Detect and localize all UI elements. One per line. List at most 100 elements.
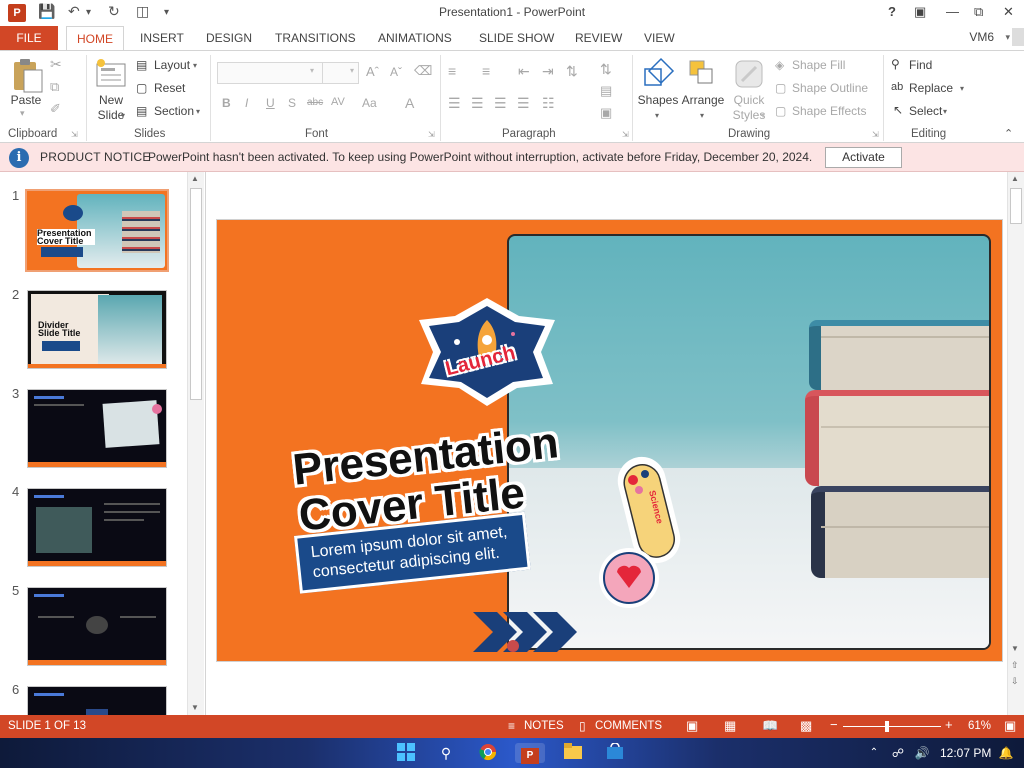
reading-view-icon[interactable]: 📖 <box>762 718 778 734</box>
slide-thumbnail-1[interactable]: Presentation Cover Title <box>25 189 169 272</box>
character-spacing-icon[interactable]: AV <box>331 96 345 108</box>
arrange-dropdown-icon[interactable]: ▾ <box>700 111 704 120</box>
powerpoint-taskbar-icon[interactable]: P <box>515 743 545 764</box>
section-dropdown-icon[interactable]: ▾ <box>196 107 200 116</box>
windows-start-icon[interactable] <box>396 743 416 763</box>
layout-button[interactable]: Layout <box>154 58 190 72</box>
smartart-icon[interactable]: ▣ <box>600 105 612 121</box>
font-size-dropdown-icon[interactable]: ▾ <box>350 66 354 75</box>
find-button[interactable]: Find <box>909 58 932 72</box>
shapes-icon[interactable] <box>641 57 675 91</box>
new-slide-icon[interactable] <box>95 58 127 92</box>
restore-icon[interactable]: ⧉ <box>974 4 983 20</box>
paste-dropdown-icon[interactable]: ▾ <box>20 108 25 119</box>
tab-file[interactable]: FILE <box>0 26 58 50</box>
tab-view[interactable]: VIEW <box>640 26 679 50</box>
line-spacing-icon[interactable]: ⇅ <box>566 63 578 80</box>
minimize-icon[interactable]: — <box>946 4 959 19</box>
quick-styles-icon[interactable] <box>734 59 764 89</box>
quick-styles-dropdown-icon[interactable]: ▾ <box>761 111 765 120</box>
copy-icon[interactable]: ⧉ <box>50 79 59 95</box>
user-dropdown-icon[interactable]: ▾ <box>1005 32 1010 43</box>
bullets-icon[interactable]: ≡ <box>448 63 456 79</box>
section-button[interactable]: Section <box>154 104 194 118</box>
normal-view-icon[interactable]: ▣ <box>686 718 698 734</box>
comments-button[interactable]: COMMENTS <box>595 720 662 732</box>
thumb-scroll-up-icon[interactable]: ▲ <box>191 174 199 183</box>
tab-home[interactable]: HOME <box>66 26 124 50</box>
scroll-up-icon[interactable]: ▲ <box>1011 174 1019 183</box>
underline-icon[interactable]: U <box>266 96 275 110</box>
thumbnail-scrollbar[interactable]: ▲ ▼ <box>187 172 204 715</box>
slide-thumbnail-3[interactable] <box>27 389 167 468</box>
align-right-icon[interactable]: ☰ <box>494 95 507 112</box>
tab-transitions[interactable]: TRANSITIONS <box>271 26 360 50</box>
italic-icon[interactable]: I <box>245 96 248 110</box>
font-name-dropdown-icon[interactable]: ▾ <box>310 66 314 75</box>
decrease-indent-icon[interactable]: ⇤ <box>518 63 530 80</box>
select-dropdown-icon[interactable]: ▾ <box>943 107 947 116</box>
store-icon[interactable] <box>605 742 625 763</box>
zoom-slider[interactable] <box>843 721 941 732</box>
align-left-icon[interactable]: ☰ <box>448 95 461 112</box>
increase-font-size-icon[interactable]: Aˆ <box>366 64 379 79</box>
slide-thumbnail-2[interactable]: Divider Slide Title <box>27 290 167 369</box>
avatar[interactable] <box>1012 28 1024 46</box>
tab-slide-show[interactable]: SLIDE SHOW <box>475 26 558 50</box>
shape-effects-button[interactable]: Shape Effects <box>792 104 867 118</box>
tab-design[interactable]: DESIGN <box>202 26 256 50</box>
align-center-icon[interactable]: ☰ <box>471 95 484 112</box>
new-slide-button[interactable]: New Slide <box>90 93 132 123</box>
font-color-icon[interactable]: A <box>405 95 414 111</box>
ribbon-display-options-icon[interactable]: ▣ <box>914 4 926 20</box>
replace-button[interactable]: Replace <box>909 81 953 95</box>
user-account[interactable]: VM6 <box>969 30 994 44</box>
tab-animations[interactable]: ANIMATIONS <box>374 26 456 50</box>
shapes-button[interactable]: Shapes <box>636 93 680 108</box>
slide-thumbnail-4[interactable] <box>27 488 167 567</box>
taskbar-clock[interactable]: 12:07 PM <box>940 746 991 760</box>
clear-formatting-icon[interactable]: ⌫ <box>414 63 432 79</box>
thumb-scroll-thumb[interactable] <box>190 188 202 400</box>
zoom-out-icon[interactable]: − <box>830 717 838 732</box>
replace-dropdown-icon[interactable]: ▾ <box>960 84 964 93</box>
activate-button[interactable]: Activate <box>825 147 902 168</box>
select-button[interactable]: Select <box>909 104 942 118</box>
slide-thumbnail-6[interactable] <box>27 686 167 715</box>
change-case-icon[interactable]: Aa <box>362 96 377 110</box>
zoom-level[interactable]: 61% <box>968 720 991 732</box>
columns-icon[interactable]: ☷ <box>542 95 555 112</box>
font-name-select[interactable] <box>217 62 332 84</box>
zoom-slider-thumb[interactable] <box>885 721 890 732</box>
speaker-icon[interactable]: 🔊 <box>912 743 932 763</box>
quick-styles-button[interactable]: Quick Styles <box>726 93 772 123</box>
reset-button[interactable]: Reset <box>154 81 185 95</box>
shapes-dropdown-icon[interactable]: ▾ <box>655 111 659 120</box>
decrease-font-size-icon[interactable]: Aˇ <box>390 65 402 79</box>
tab-insert[interactable]: INSERT <box>136 26 188 50</box>
new-slide-dropdown-icon[interactable]: ▾ <box>121 111 125 120</box>
notes-button[interactable]: NOTES <box>524 720 564 732</box>
next-slide-icon[interactable]: ⇩ <box>1011 676 1019 687</box>
hidden-icons-chevron[interactable]: ⌃ <box>864 743 884 763</box>
previous-slide-icon[interactable]: ⇧ <box>1011 660 1019 671</box>
align-text-icon[interactable]: ▤ <box>600 83 612 99</box>
numbering-icon[interactable]: ≡ <box>482 63 490 79</box>
slide-sorter-icon[interactable]: ▦ <box>724 718 736 734</box>
slide-show-icon[interactable]: ▩ <box>800 718 812 734</box>
fit-to-window-icon[interactable]: ▣ <box>1004 718 1016 734</box>
arrange-button[interactable]: Arrange <box>680 93 726 108</box>
increase-indent-icon[interactable]: ⇥ <box>542 63 554 80</box>
text-shadow-icon[interactable]: S <box>288 96 296 110</box>
help-button[interactable]: ? <box>888 4 896 19</box>
file-explorer-icon[interactable] <box>563 743 583 763</box>
chrome-icon[interactable] <box>478 743 498 763</box>
format-painter-icon[interactable]: ✐ <box>50 101 61 117</box>
text-direction-icon[interactable]: ⇅ <box>600 61 612 78</box>
drawing-launcher-icon[interactable]: ⇲ <box>872 130 879 139</box>
zoom-in-icon[interactable]: + <box>945 717 953 732</box>
scroll-thumb[interactable] <box>1010 188 1022 224</box>
paste-icon[interactable] <box>10 58 44 94</box>
paste-button[interactable]: Paste <box>6 93 46 108</box>
font-launcher-icon[interactable]: ⇲ <box>428 130 435 139</box>
